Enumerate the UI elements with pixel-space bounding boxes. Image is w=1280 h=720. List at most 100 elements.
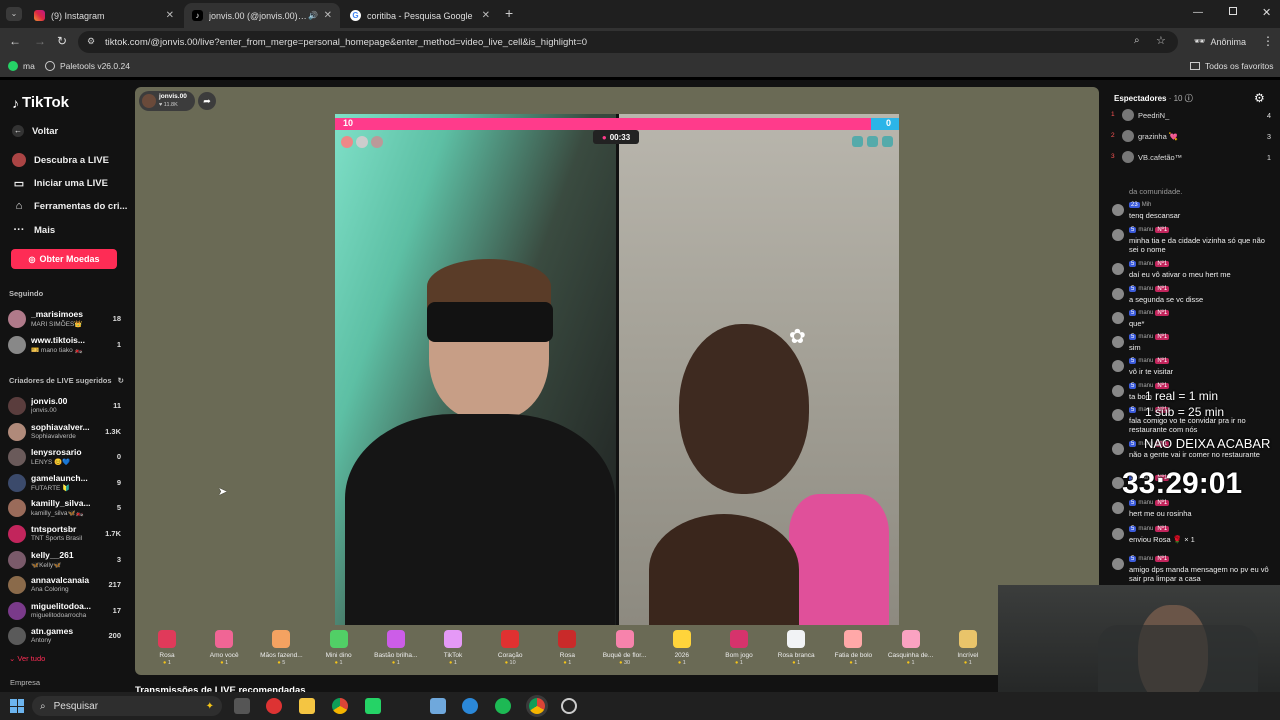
gift-item[interactable]: Rosa ● 1 [142,630,192,666]
gift-item[interactable]: Incrível ● 1 [943,630,993,666]
gift-item[interactable]: Buquê de flor... ● 30 [600,630,650,666]
battle-timer: ● 00:33 [593,130,639,144]
whatsapp-taskbar-icon[interactable] [365,698,381,714]
sidebar-item-creator-tools[interactable]: ⌂ Ferramentas do cri... [12,200,128,212]
gift-item[interactable]: Mãos fazend... ● 5 [256,630,306,666]
right-video-feed[interactable]: ✿ [619,114,899,625]
refresh-icon[interactable]: ↻ [118,376,124,385]
gift-item[interactable]: Rosa branca ● 1 [771,630,821,666]
gift-item[interactable]: Bastão brilha... ● 1 [371,630,421,666]
windows-start-icon[interactable] [10,699,24,713]
viewer-row[interactable]: 3 VB.cafetão™ 1 [1111,151,1271,165]
see-all-link[interactable]: ⌄ Ver tudo [9,654,45,663]
close-tab-icon[interactable]: ✕ [324,10,332,21]
address-bar[interactable]: ⚙ tiktok.com/@jonvis.00/live?enter_from_… [78,31,1178,53]
chat-username: manu [1138,358,1154,364]
avatar [1112,229,1124,241]
company-link[interactable]: Empresa [10,678,40,687]
gift-item[interactable]: Coração ● 10 [485,630,535,666]
tiktok-logo[interactable]: ♪ TikTok [12,94,69,111]
share-icon[interactable]: ➦ [198,92,216,110]
gift-price: ● 1 [163,660,171,666]
file-explorer-icon[interactable] [299,698,315,714]
gift-item[interactable]: 2026 ● 1 [657,630,707,666]
forward-arrow-icon[interactable]: → [34,34,46,48]
sidebar-item-more[interactable]: ··· Mais [12,224,56,236]
settings-icon[interactable]: ⚙ [1254,91,1265,105]
new-tab-button[interactable]: + [505,5,513,21]
gift-price: ● 1 [220,660,229,666]
following-account[interactable]: _marisimoes MARI SIMÕES👑 18 [8,308,121,332]
viewer-row[interactable]: 2 grazinha 💘 3 [1111,130,1271,144]
tab-google[interactable]: G coritiba - Pesquisa Google ✕ [342,3,498,28]
supporter-slot-icon [867,136,878,147]
gift-item[interactable]: Bom jogo ● 1 [714,630,764,666]
gift-item[interactable]: Rosa ● 1 [542,630,592,666]
gift-item[interactable]: TikTok ● 1 [428,630,478,666]
suggested-creator[interactable]: kelly__261 🦋Kelly🦋 3 [8,549,121,573]
suggested-creator[interactable]: annavalcanaia Ana Coloring 217 [8,574,121,598]
chrome-active-icon[interactable] [529,698,545,714]
tab-tiktok-active[interactable]: ♪ jonvis.00 (@jonvis.00) comenta 🔊 ✕ [184,3,340,28]
level-badge: 23 [1129,202,1140,208]
app-red-icon[interactable] [266,698,282,714]
gift-price: ● 1 [677,660,686,666]
edge-icon[interactable] [462,698,478,714]
viewer-row[interactable]: 1 PeedriN_ 4 [1111,109,1271,123]
suggested-creator[interactable]: kamilly_silva... kamilly_silva🦋🏍️ 5 [8,497,121,521]
left-supporters[interactable] [341,136,383,148]
restore-icon[interactable] [1229,7,1237,15]
incognito-profile[interactable]: 🕶 Anônima [1194,36,1246,47]
chrome-icon[interactable] [332,698,348,714]
task-view-icon[interactable] [234,698,250,714]
back-link[interactable]: ← Voltar [12,125,58,137]
chat-user-line: 5 manu Nº1 [1129,261,1170,267]
right-score: 0 [885,118,891,128]
suggested-creator[interactable]: lenysrosario LENYS 😊💙 0 [8,446,121,470]
menu-icon[interactable]: ⋮ [1262,34,1274,48]
close-tab-icon[interactable]: ✕ [482,10,490,21]
taskbar-search[interactable]: ⌕ Pesquisar ✦ [32,696,222,716]
left-video-feed[interactable] [335,114,616,625]
suggested-creator[interactable]: jonvis.00 jonvis.00 11 [8,395,121,419]
info-icon[interactable]: ⓘ [1185,94,1193,103]
back-arrow-icon[interactable]: ← [9,34,21,48]
bookmark-paletools[interactable]: Paletools v26.0.24 [45,61,130,71]
obs-icon[interactable] [561,698,577,714]
sidebar-item-start-live[interactable]: ▭ Iniciar uma LIVE [12,177,108,190]
sidebar-item-discover-live[interactable]: Descubra a LIVE [12,153,109,167]
suggested-creator[interactable]: sophiavalver... Sophiavalverde 1.3K [8,421,121,445]
site-info-icon[interactable]: ⚙ [87,36,95,47]
coin-icon: ◎ [28,254,36,264]
gift-item[interactable]: Mini dino ● 1 [314,630,364,666]
notes-icon[interactable] [430,698,446,714]
split-divider [616,114,619,625]
overlay-sub-line: 1 sub = 25 min [1145,405,1225,419]
zoom-icon[interactable]: ⌕ [1134,35,1140,46]
chat-text: que* [1129,319,1145,328]
suggested-creator[interactable]: tntsportsbr TNT Sports Brasil 1.7K [8,523,121,547]
host-info[interactable]: jonvis.00 ♥ 11.8K [139,91,195,111]
gift-item[interactable]: Amo você ● 1 [199,630,249,666]
suggested-creator[interactable]: miguelitodoa... miguelitodoarrocha 17 [8,600,121,624]
close-window-icon[interactable]: ✕ [1262,6,1271,19]
following-account[interactable]: www.tiktois... 🎫 mano tiako 🏍️ 1 [8,334,121,358]
suggested-creator[interactable]: atn.games Antony 200 [8,625,121,649]
rank-badge: Nº1 [1155,310,1170,316]
star-icon[interactable]: ☆ [1156,34,1166,47]
speaker-icon[interactable]: 🔊 [308,11,318,20]
tab-search-icon[interactable]: ⌄ [6,7,22,21]
right-supporters[interactable] [848,136,893,147]
close-tab-icon[interactable]: ✕ [166,10,174,21]
reload-icon[interactable]: ↻ [57,34,67,48]
bookmark-whatsapp[interactable]: ma [8,61,35,71]
gift-item[interactable]: Fatia de bolo ● 1 [828,630,878,666]
hair-flower: ✿ [789,326,806,348]
minimize-icon[interactable]: — [1193,7,1203,18]
tab-instagram[interactable]: (9) Instagram ✕ [26,3,182,28]
get-coins-button[interactable]: ◎ Obter Moedas [11,249,117,269]
gift-item[interactable]: Casquinha de... ● 1 [886,630,936,666]
suggested-creator[interactable]: gamelaunch... FUTARTE 🔰 9 [8,472,121,496]
spotify-icon[interactable] [495,698,511,714]
all-favorites[interactable]: Todos os favoritos [1190,61,1274,71]
